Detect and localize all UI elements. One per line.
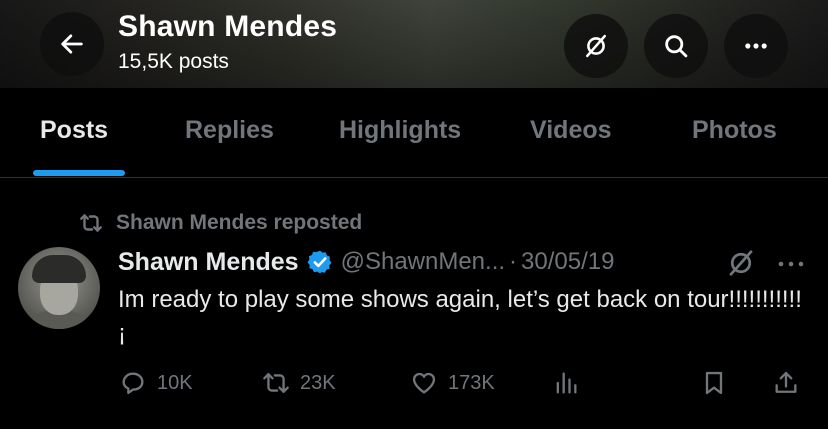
author-handle[interactable]: @ShawnMen... bbox=[341, 248, 505, 276]
bookmark-icon bbox=[705, 371, 723, 395]
reply-icon bbox=[122, 372, 144, 395]
search-button[interactable] bbox=[644, 14, 708, 78]
more-icon bbox=[745, 43, 767, 49]
share-icon bbox=[775, 371, 797, 393]
reply-count: 10K bbox=[157, 371, 193, 394]
like-button[interactable]: 173K bbox=[410, 366, 495, 400]
like-count: 173K bbox=[448, 371, 495, 394]
share-button[interactable] bbox=[772, 366, 800, 400]
separator-dot: · bbox=[509, 248, 518, 275]
tweet-more-icon[interactable] bbox=[776, 254, 806, 274]
avatar[interactable] bbox=[18, 247, 100, 329]
tweet-date[interactable]: 30/05/19 bbox=[521, 248, 614, 276]
verified-badge-icon bbox=[307, 250, 331, 274]
tab-highlights[interactable]: Highlights bbox=[339, 116, 461, 145]
tweet-author-row: Shawn Mendes @ShawnMen... · 30/05/19 bbox=[118, 244, 614, 280]
repost-label[interactable]: Shawn Mendes reposted bbox=[116, 211, 362, 235]
author-name[interactable]: Shawn Mendes bbox=[118, 248, 299, 277]
reply-button[interactable]: 10K bbox=[119, 366, 193, 400]
active-tab-indicator bbox=[33, 170, 125, 176]
tab-videos[interactable]: Videos bbox=[530, 116, 612, 145]
repost-icon bbox=[80, 214, 102, 232]
search-icon bbox=[665, 35, 688, 58]
bookmark-button[interactable] bbox=[700, 366, 728, 400]
profile-name: Shawn Mendes bbox=[118, 10, 338, 43]
views-chart-icon bbox=[556, 372, 577, 394]
back-arrow-icon bbox=[61, 34, 83, 54]
repost-count: 23K bbox=[300, 371, 336, 394]
repost-icon bbox=[263, 373, 289, 393]
profile-header: Shawn Mendes 15,5K posts bbox=[0, 0, 828, 88]
more-options-button[interactable] bbox=[724, 14, 788, 78]
grok-icon bbox=[585, 34, 607, 58]
tweet-grok-icon[interactable] bbox=[726, 248, 756, 278]
repost-button[interactable]: 23K bbox=[262, 366, 336, 400]
tab-replies[interactable]: Replies bbox=[185, 116, 274, 145]
repost-indicator: Shawn Mendes reposted bbox=[78, 208, 362, 238]
post-count: 15,5K posts bbox=[118, 50, 229, 73]
avatar-hair bbox=[32, 255, 86, 283]
profile-tabs: Posts Replies Highlights Videos Photos bbox=[0, 88, 828, 178]
heart-icon bbox=[412, 372, 436, 394]
back-button[interactable] bbox=[40, 12, 104, 76]
grok-button[interactable] bbox=[564, 14, 628, 78]
tab-posts[interactable]: Posts bbox=[40, 116, 108, 145]
tab-photos[interactable]: Photos bbox=[692, 116, 777, 145]
tweet-text: Im ready to play some shows again, let’s… bbox=[118, 286, 802, 347]
views-button[interactable] bbox=[552, 366, 580, 400]
